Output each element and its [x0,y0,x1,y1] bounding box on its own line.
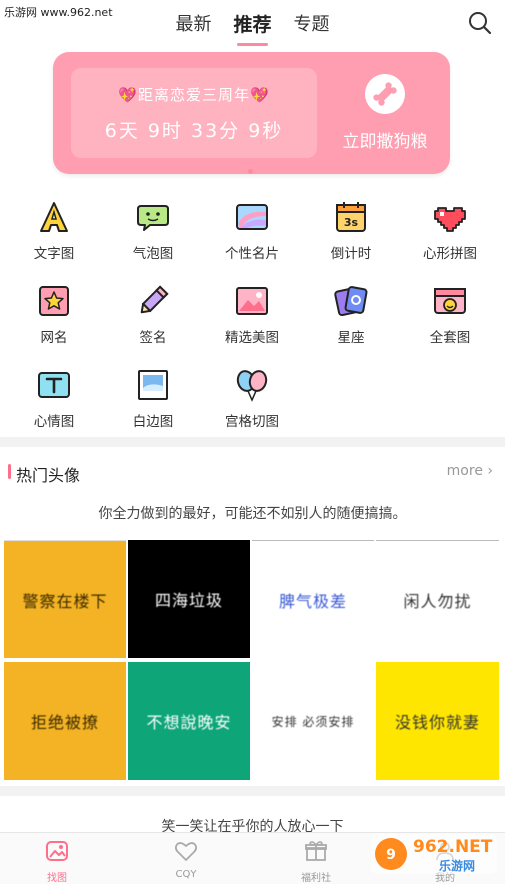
nav-find-images[interactable]: 找图 [7,833,107,884]
tab-latest[interactable]: 最新 [175,8,211,39]
avatar-item[interactable]: 安排 必须安排 [252,662,374,780]
calendar-icon: 3s [336,202,366,232]
feed-dog-food-button[interactable]: 立即撒狗粮 [335,127,435,152]
svg-text:3s: 3s [344,216,359,229]
category-text-image[interactable]: 文字图 [4,196,104,266]
avatar-item[interactable]: 闲人勿扰 [376,540,499,658]
section-divider [0,786,505,796]
section-title: 热门头像 [16,466,81,485]
svg-text:9: 9 [386,847,396,863]
banner-countdown: 6天 9时 33分 9秒 [104,120,284,142]
image-icon [46,841,68,861]
avatar-set-icon [434,288,466,314]
frame-icon [138,370,168,400]
category-grid-cut[interactable]: 宫格切图 [202,364,302,434]
nav-welfare[interactable]: 福利社 [266,833,366,884]
star-flag-icon [39,286,69,316]
section-divider [0,437,505,447]
category-countdown[interactable]: 3s 倒计时 [301,196,401,266]
countdown-card: 💖距离恋爱三周年💖 6天 9时 33分 9秒 [71,68,317,158]
card-icon [236,204,268,230]
category-featured-images[interactable]: 精选美图 [202,280,302,350]
search-icon[interactable] [467,10,493,36]
tab-topics[interactable]: 专题 [294,8,330,39]
banner-page-indicator [248,169,253,174]
site-watermark: 乐游网 www.962.net [4,6,113,19]
category-bubble-image[interactable]: 气泡图 [103,196,203,266]
balloon-icon [236,370,268,402]
nav-cqy[interactable]: CQY [136,833,236,884]
svg-text:962.NET: 962.NET [413,837,493,857]
pixel-heart-icon [434,207,466,232]
tab-recommended[interactable]: 推荐 [233,8,272,46]
category-full-set[interactable]: 全套图 [400,280,500,350]
avatar-item[interactable]: 拒绝被撩 [4,662,126,780]
zodiac-card-icon [334,286,368,317]
svg-text:乐游网: 乐游网 [439,858,475,873]
avatar-item[interactable]: 没钱你就妻 [376,662,499,780]
category-signature[interactable]: 签名 [103,280,203,350]
category-zodiac[interactable]: 星座 [301,280,401,350]
picture-icon [236,287,268,315]
avatar-item[interactable]: 脾气极差 [252,540,374,658]
category-white-border[interactable]: 白边图 [103,364,203,434]
site-logo-watermark: 9 962.NET 乐游网 [371,834,497,874]
bone-icon [365,74,405,114]
banner-title: 💖距离恋爱三周年💖 [118,86,270,104]
text-t-icon [38,372,70,398]
hot-quote: 你全力做到的最好，可能还不如别人的随便搞搞。 [98,506,407,522]
heart-icon [174,842,198,861]
bubble-icon [137,205,169,231]
section-accent-bar [8,464,11,479]
avatar-item[interactable]: 警察在楼下 [4,540,126,658]
avatar-item[interactable]: 四海垃圾 [128,540,250,658]
letter-a-icon [40,202,68,232]
avatar-item[interactable]: 不想說晚安 [128,662,250,780]
hot-avatars-header: 热门头像 more › [0,455,505,489]
pencil-icon [140,285,169,314]
category-personal-card[interactable]: 个性名片 [202,196,302,266]
gift-icon [305,841,327,861]
anniversary-banner[interactable]: 💖距离恋爱三周年💖 6天 9时 33分 9秒 立即撒狗粮 [53,52,450,174]
category-mood-image[interactable]: 心情图 [4,364,104,434]
category-nickname[interactable]: 网名 [4,280,104,350]
category-heart-puzzle[interactable]: 心形拼图 [400,196,500,266]
more-link[interactable]: more › [447,463,493,479]
